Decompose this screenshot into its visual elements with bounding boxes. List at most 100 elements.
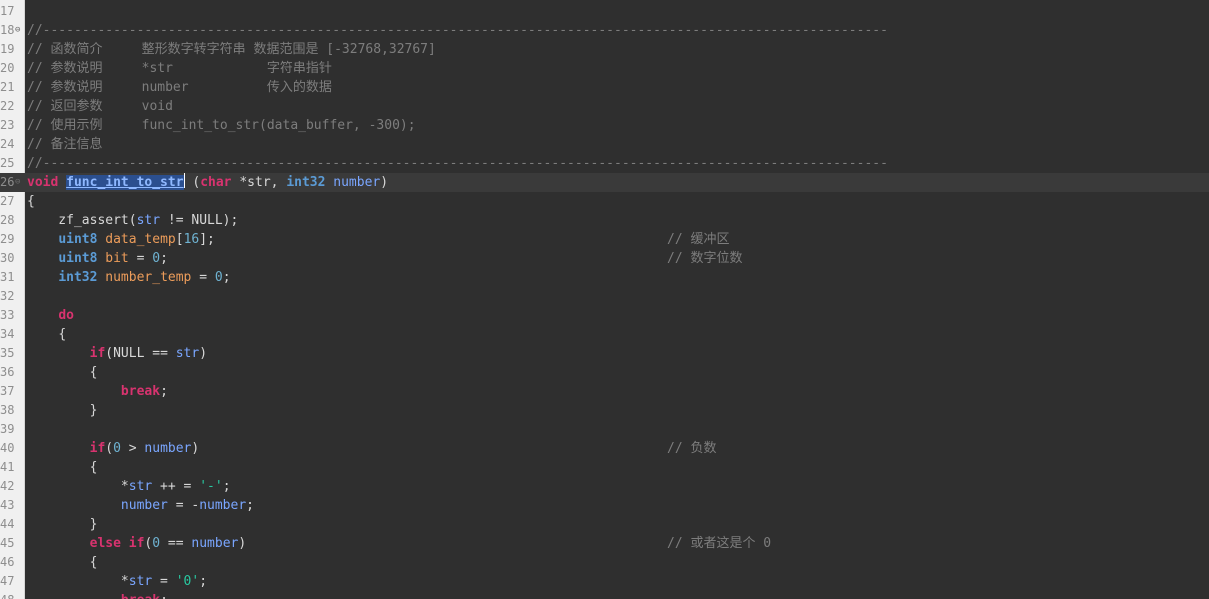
code-text: { xyxy=(27,553,98,572)
code-line-17[interactable]: 17 xyxy=(0,2,1209,21)
line-number: 39 xyxy=(0,422,15,436)
code-line-40[interactable]: 40 if(0 > number) // 负数 xyxy=(0,439,1209,458)
type-keyword: uint8 xyxy=(58,251,98,266)
code-fragment: ) xyxy=(238,536,247,551)
code-line-27[interactable]: 27 { xyxy=(0,192,1209,211)
line-number: 19 xyxy=(0,42,15,56)
code-line-35[interactable]: 35 if(NULL == str) xyxy=(0,344,1209,363)
code-text: } xyxy=(27,401,98,420)
code-line-19[interactable]: 19 // 函数简介 整形数字转字符串 数据范围是 [-32768,32767] xyxy=(0,40,1209,59)
code-line-44[interactable]: 44 } xyxy=(0,515,1209,534)
fold-collapse-icon[interactable]: ⊖ xyxy=(15,25,20,35)
keyword-if: if xyxy=(128,536,145,551)
code-line-42[interactable]: 42 *str ++ = '-'; xyxy=(0,477,1209,496)
line-number: 37 xyxy=(0,384,15,398)
line-number: 46 xyxy=(0,555,15,569)
variable: str xyxy=(128,479,153,494)
line-number: 28 xyxy=(0,213,15,227)
code-fragment: ; xyxy=(222,479,231,494)
code-fragment: ; xyxy=(160,384,168,399)
code-fragment: = - xyxy=(167,498,200,513)
code-line-25[interactable]: 25 //-----------------------------------… xyxy=(0,154,1209,173)
param-number: number xyxy=(333,175,381,190)
line-number: 17 xyxy=(0,4,15,18)
code-line-39[interactable]: 39 xyxy=(0,420,1209,439)
inline-comment: // 数字位数 xyxy=(667,251,743,266)
line-number: 38 xyxy=(0,403,15,417)
code-line-37[interactable]: 37 break; xyxy=(0,382,1209,401)
line-number: 42 xyxy=(0,479,15,493)
brace: { xyxy=(58,327,67,342)
inline-comment: // 缓冲区 xyxy=(667,232,730,247)
type-int32: int32 xyxy=(286,175,326,190)
code-line-23[interactable]: 23 // 使用示例 func_int_to_str(data_buffer, … xyxy=(0,116,1209,135)
line-number: 30 xyxy=(0,251,15,265)
code-line-20[interactable]: 20 // 参数说明 *str 字符串指针 xyxy=(0,59,1209,78)
code-line-21[interactable]: 21 // 参数说明 number 传入的数据 xyxy=(0,78,1209,97)
keyword-else: else xyxy=(89,536,121,551)
code-text: if(0 > number) xyxy=(27,439,200,458)
param-str: *str, xyxy=(231,175,287,190)
code-text: void func_int_to_str (char *str, int32 n… xyxy=(27,173,388,192)
code-line-33[interactable]: 33 do xyxy=(0,306,1209,325)
code-fragment: != NULL); xyxy=(160,213,239,228)
code-fragment: ; xyxy=(160,593,168,599)
selected-function-name[interactable]: func_int_to_str xyxy=(66,175,184,190)
keyword-do: do xyxy=(58,308,74,323)
code-line-43[interactable]: 43 number = -number; xyxy=(0,496,1209,515)
code-fragment: ; xyxy=(222,270,231,285)
code-fragment: * xyxy=(120,574,129,589)
code-line-47[interactable]: 47 *str = '0'; xyxy=(0,572,1209,591)
code-line-31[interactable]: 31 int32 number_temp = 0; xyxy=(0,268,1209,287)
brace: { xyxy=(89,365,98,380)
line-number: 20 xyxy=(0,61,15,75)
line-number: 35 xyxy=(0,346,15,360)
variable: str xyxy=(128,574,153,589)
line-number: 25 xyxy=(0,156,15,170)
code-line-29[interactable]: 29 uint8 data_temp[16]; // 缓冲区 xyxy=(0,230,1209,249)
variable: number xyxy=(120,498,168,513)
variable: number xyxy=(144,441,192,456)
code-line-32[interactable]: 32 xyxy=(0,287,1209,306)
line-number: 43 xyxy=(0,498,15,512)
code-fragment: ) xyxy=(191,441,200,456)
line-number: 34 xyxy=(0,327,15,341)
variable: data_temp xyxy=(105,232,176,247)
code-fragment: * xyxy=(120,479,129,494)
code-text: break; xyxy=(27,591,168,599)
code-line-18[interactable]: 18 ⊖ //---------------------------------… xyxy=(0,21,1209,40)
line-number: 24 xyxy=(0,137,15,151)
fold-collapse-icon[interactable]: ⊖ xyxy=(15,177,20,187)
code-fragment: = xyxy=(128,251,153,266)
code-line-36[interactable]: 36 { xyxy=(0,363,1209,382)
code-text: uint8 bit = 0; xyxy=(27,249,168,268)
code-fragment xyxy=(121,536,129,551)
keyword-break: break xyxy=(120,384,161,399)
variable: number xyxy=(199,498,247,513)
code-text: { xyxy=(27,363,98,382)
type-keyword: int32 xyxy=(58,270,98,285)
code-line-48[interactable]: 48 break; xyxy=(0,591,1209,599)
code-line-45[interactable]: 45 else if(0 == number) // 或者这是个 0 xyxy=(0,534,1209,553)
variable: bit xyxy=(105,251,129,266)
code-fragment: ( xyxy=(105,441,114,456)
code-text: number = -number; xyxy=(27,496,254,515)
line-number: 31 xyxy=(0,270,15,284)
code-editor[interactable]: 17 18 ⊖ //------------------------------… xyxy=(0,0,1209,599)
code-line-24[interactable]: 24 // 备注信息 xyxy=(0,135,1209,154)
code-line-30[interactable]: 30 uint8 bit = 0; // 数字位数 xyxy=(0,249,1209,268)
code-line-41[interactable]: 41 { xyxy=(0,458,1209,477)
code-line-34[interactable]: 34 { xyxy=(0,325,1209,344)
type-keyword: uint8 xyxy=(58,232,98,247)
code-line-46[interactable]: 46 { xyxy=(0,553,1209,572)
brace: { xyxy=(89,555,98,570)
code-line-28[interactable]: 28 zf_assert(str != NULL); xyxy=(0,211,1209,230)
code-fragment: zf_assert( xyxy=(27,213,137,228)
code-line-26[interactable]: 26 ⊖ void func_int_to_str (char *str, in… xyxy=(0,173,1209,192)
brace: { xyxy=(27,194,35,209)
code-area[interactable]: 17 18 ⊖ //------------------------------… xyxy=(0,0,1209,599)
brace: { xyxy=(89,460,98,475)
code-line-38[interactable]: 38 } xyxy=(0,401,1209,420)
brace: } xyxy=(89,403,98,418)
code-line-22[interactable]: 22 // 返回参数 void xyxy=(0,97,1209,116)
